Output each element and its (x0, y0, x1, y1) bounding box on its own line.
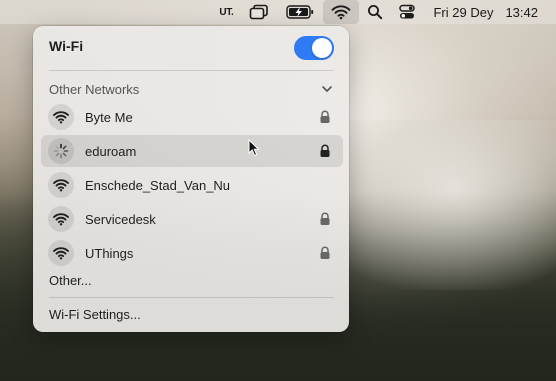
menu-bar: UT. Fri 29 Dey 13:42 (0, 0, 556, 24)
wifi-toggle-knob (312, 38, 332, 58)
network-item-servicedesk[interactable]: Servicedesk (41, 203, 343, 235)
window-stack-icon[interactable] (241, 0, 277, 24)
network-item-uthings[interactable]: UThings (41, 237, 343, 269)
other-network-button[interactable]: Other... (49, 273, 92, 288)
search-icon[interactable] (359, 0, 391, 24)
wifi-icon (48, 172, 74, 198)
wifi-menu-icon[interactable] (323, 0, 360, 24)
network-name: eduroam (85, 143, 137, 159)
network-item-enschede-stad-van-nu[interactable]: Enschede_Stad_Van_Nu (41, 169, 343, 201)
wifi-icon (48, 240, 74, 266)
wifi-settings-button[interactable]: Wi-Fi Settings... (49, 307, 141, 322)
divider (49, 70, 334, 71)
control-center-icon[interactable] (391, 0, 423, 24)
loading-spinner-icon (48, 138, 74, 164)
divider (49, 297, 334, 298)
network-item-byte-me[interactable]: Byte Me (41, 101, 343, 133)
lock-icon (320, 144, 330, 157)
wifi-menu-panel: Wi-Fi Other Networks Byte Me eduroam Ens… (33, 26, 349, 332)
chevron-down-icon[interactable] (320, 82, 334, 96)
lock-icon (320, 212, 330, 225)
input-source-label: UT. (219, 6, 234, 18)
input-source-indicator[interactable]: UT. (211, 0, 241, 24)
wifi-icon (48, 104, 74, 130)
network-name: Enschede_Stad_Van_Nu (85, 177, 231, 193)
other-networks-heading: Other Networks (49, 82, 140, 97)
lock-icon (320, 110, 330, 123)
network-name: UThings (85, 245, 134, 261)
battery-charging-icon[interactable] (277, 0, 323, 24)
lock-icon (320, 246, 330, 259)
network-name: Servicedesk (85, 211, 156, 227)
wifi-toggle[interactable] (294, 36, 334, 60)
menu-bar-clock[interactable]: Fri 29 Dey 13:42 (423, 0, 556, 24)
clock-date: Fri 29 Dey (433, 4, 494, 20)
mouse-cursor-icon (248, 139, 260, 157)
clock-time: 13:42 (505, 4, 538, 20)
wifi-icon (48, 206, 74, 232)
network-name: Byte Me (85, 109, 133, 125)
wifi-panel-title: Wi-Fi (49, 38, 84, 54)
network-item-eduroam[interactable]: eduroam (41, 135, 343, 167)
